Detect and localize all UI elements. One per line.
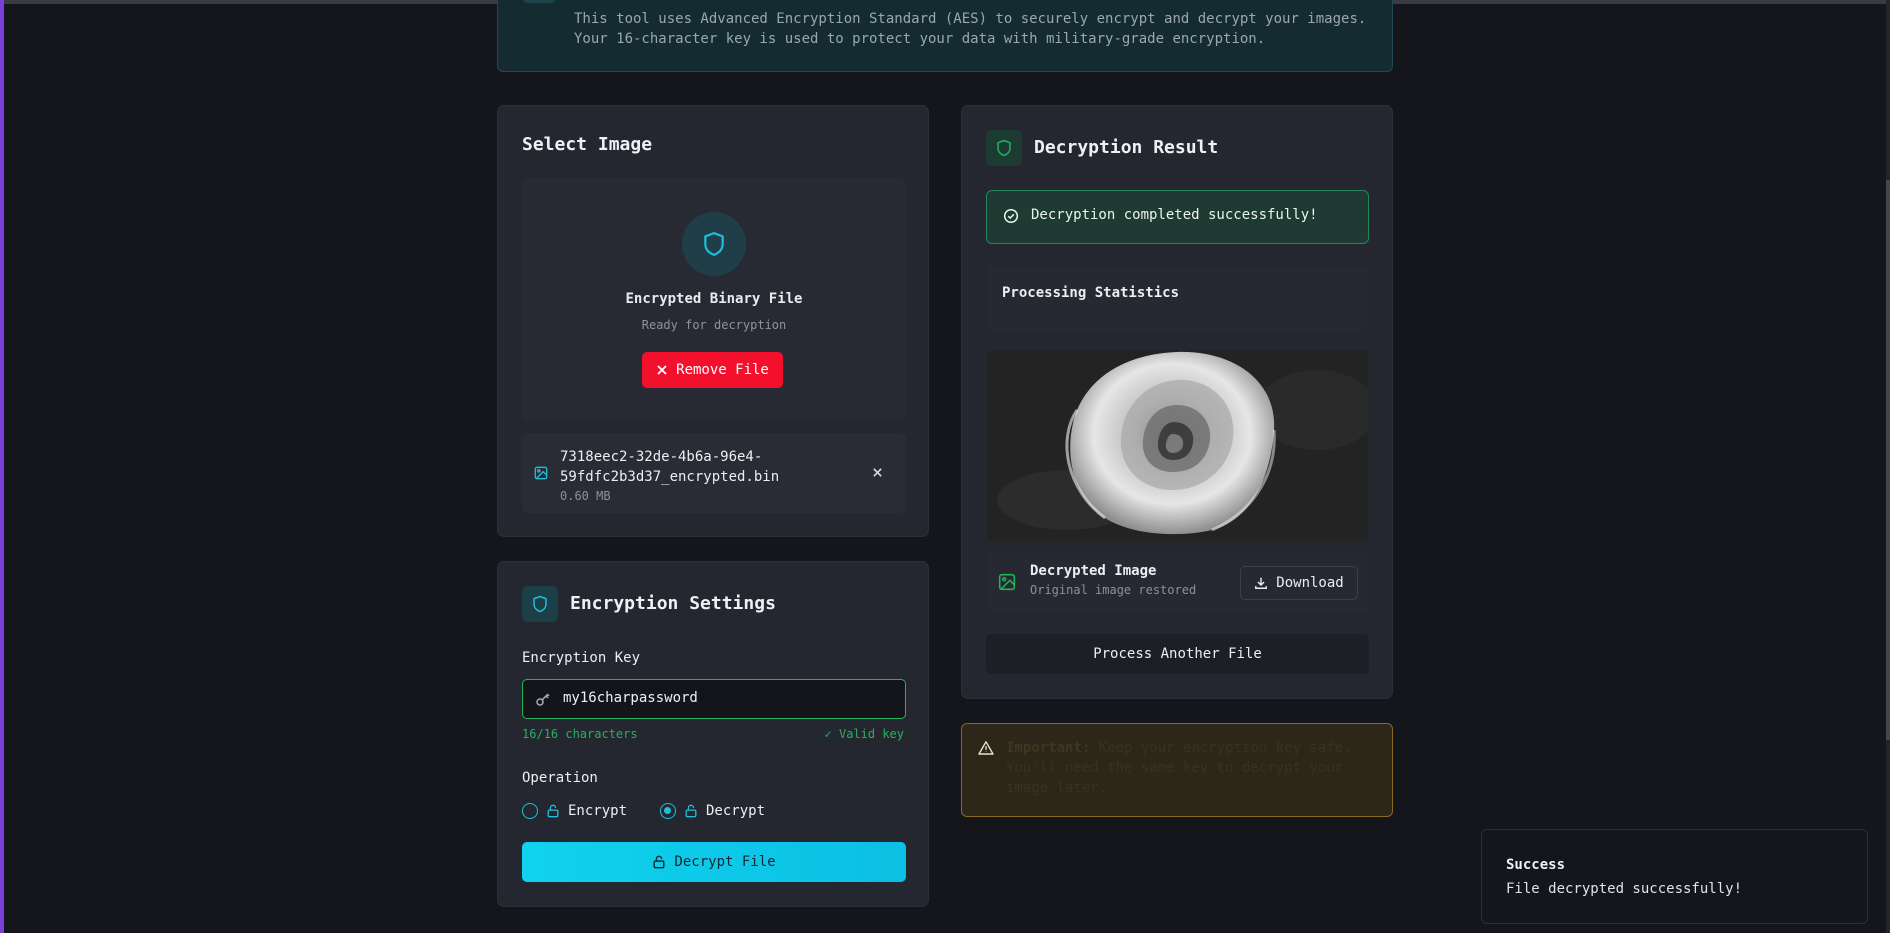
toast-title: Success [1506,857,1566,873]
encryption-settings-card: Encryption Settings Encryption Key my16c… [497,561,929,907]
decrypted-image-bar: Decrypted Image Original image restored … [986,553,1369,611]
decryption-result-card: Decryption Result Decryption completed s… [961,105,1393,699]
processing-statistics: Processing Statistics [986,266,1369,330]
decrypted-image-preview [987,350,1368,541]
warning-icon [978,740,994,760]
warning-text: Important: Keep your encryption key safe… [1006,738,1376,798]
operation-label: Operation [522,770,598,786]
info-icon [522,0,556,3]
process-another-label: Process Another File [1093,646,1262,662]
remove-file-button[interactable]: Remove File [642,352,783,388]
close-icon [657,365,667,375]
decrypt-label: Decrypt [706,803,766,819]
clear-file-button[interactable] [868,463,886,481]
stats-title: Processing Statistics [1002,285,1180,301]
page-scrollbar[interactable] [1886,0,1890,933]
result-title: Decryption Result [1034,137,1219,158]
selected-file-row: 7318eec2-32de-4b6a-96e4-59fdfc2b3d37_enc… [522,433,906,513]
success-toast: Success File decrypted successfully! [1481,829,1868,924]
encrypt-radio-option[interactable]: Encrypt [522,803,627,819]
warning-box: Important: Keep your encryption key safe… [961,723,1393,817]
process-another-file-button[interactable]: Process Another File [986,634,1369,674]
encryption-key-value[interactable]: my16charpassword [563,690,698,706]
decrypt-radio[interactable] [660,803,676,819]
select-image-title: Select Image [522,134,653,155]
warning-strong: Important: [1006,740,1091,756]
download-icon [1255,577,1268,589]
info-banner: This tool uses Advanced Encryption Stand… [497,0,1393,72]
lock-open-icon [653,855,665,869]
remove-file-label: Remove File [676,362,769,378]
key-char-count: 16/16 characters [522,727,638,741]
window-left-border [0,0,4,933]
encrypt-label: Encrypt [568,803,628,819]
download-label: Download [1276,575,1344,591]
shield-icon [682,212,746,276]
file-drop-zone[interactable]: Encrypted Binary File Ready for decrypti… [522,178,906,421]
key-label: Encryption Key [522,650,641,666]
toast-message: File decrypted successfully! [1506,881,1743,897]
select-image-card: Select Image Encrypted Binary File Ready… [497,105,929,537]
file-size: 0.60 MB [560,489,611,503]
image-icon [998,573,1016,595]
decrypt-radio-option[interactable]: Decrypt [660,803,765,819]
info-text: This tool uses Advanced Encryption Stand… [574,11,1367,47]
result-shield-icon [986,130,1022,166]
settings-title: Encryption Settings [570,593,776,614]
decrypt-file-button[interactable]: Decrypt File [522,842,906,882]
decrypted-image-title: Decrypted Image [1030,563,1157,579]
encryption-key-input[interactable]: my16charpassword [522,679,906,719]
success-alert: Decryption completed successfully! [986,190,1369,244]
lock-open-icon [685,804,697,818]
file-name: 7318eec2-32de-4b6a-96e4-59fdfc2b3d37_enc… [560,449,780,485]
download-button[interactable]: Download [1240,566,1358,600]
lock-open-icon [547,804,559,818]
file-status-label: Ready for decryption [641,318,787,332]
decrypt-file-label: Decrypt File [674,854,776,870]
key-valid-indicator: ✓ Valid key [824,727,904,741]
file-type-label: Encrypted Binary File [625,291,803,307]
success-alert-text: Decryption completed successfully! [1031,207,1318,223]
encrypt-radio[interactable] [522,803,538,819]
decrypted-image-subtitle: Original image restored [1030,583,1197,597]
check-circle-icon [1003,208,1019,228]
scrollbar-thumb[interactable] [1886,180,1890,740]
image-file-icon [534,465,548,484]
settings-shield-icon [522,586,558,622]
close-icon [872,467,882,477]
key-icon [535,691,551,711]
